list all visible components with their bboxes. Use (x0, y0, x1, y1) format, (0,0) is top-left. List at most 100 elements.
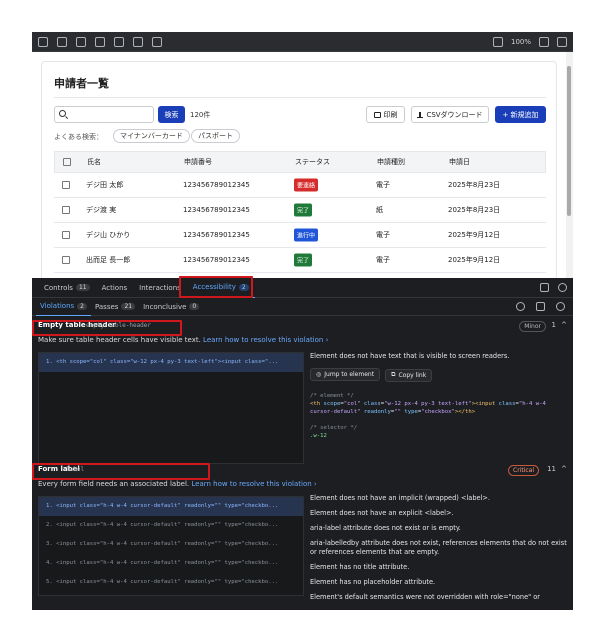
node-list: 1. <input class="h-4 w-4 cursor-default"… (38, 496, 304, 596)
cell-number: 123456789012345 (183, 256, 250, 264)
severity-badge: Critical (508, 465, 539, 476)
status-badge: 進行中 (294, 228, 319, 242)
cell-number: 123456789012345 (183, 231, 250, 239)
violation-description: Make sure table header cells have visibl… (38, 336, 328, 344)
failure-reason: Element does not have an implicit (wrapp… (310, 494, 491, 502)
subtab-inconclusive[interactable]: Inconclusive 0 (139, 298, 203, 316)
subtab-violations[interactable]: Violations 2 (36, 298, 91, 316)
cell-name: デジ山 ひかり (86, 231, 131, 239)
select-all-checkbox[interactable] (63, 158, 71, 166)
subtab-passes[interactable]: Passes 21 (91, 298, 139, 316)
cell-type: 電子 (376, 231, 390, 239)
viewport-icon[interactable] (95, 36, 105, 47)
search-button[interactable]: 検索 (158, 106, 185, 123)
status-badge: 要連絡 (294, 178, 319, 192)
learn-more-link[interactable]: Learn how to resolve this violation (203, 336, 323, 344)
chip-passport[interactable]: パスポート (191, 129, 240, 143)
severity-badge: Minor (519, 321, 546, 332)
node-item[interactable]: 4. <input class="h-4 w-4 cursor-default"… (39, 554, 303, 573)
tab-actions[interactable]: Actions (96, 278, 134, 298)
story-preview: 申請者一覧 検索 120件 印刷 CSVダウンロード + 新規追加 よくある検索… (32, 52, 573, 308)
highlight-accessibility-tab (179, 276, 253, 298)
jump-label: Jump to element (324, 371, 375, 378)
description-text: Every form field needs an associated lab… (38, 480, 190, 488)
measure-icon[interactable] (114, 36, 124, 47)
node-item[interactable]: 3. <input class="h-4 w-4 cursor-default"… (39, 535, 303, 554)
search-icon (59, 110, 66, 117)
cell-name: デジ田 太郎 (86, 181, 124, 189)
row-checkbox[interactable] (62, 206, 70, 214)
cell-date: 2025年9月12日 (448, 231, 501, 239)
fullscreen-icon[interactable] (539, 36, 549, 47)
failure-reason: Element has no placeholder attribute. (310, 578, 436, 586)
a11y-subtabs: Violations 2 Passes 21 Inconclusive 0 (32, 298, 573, 316)
applicant-table: 氏名 申請番号 ステータス 申請種別 申請日 デジ田 太郎 1234567890… (54, 151, 546, 273)
node-item[interactable]: 5. <input class="h-4 w-4 cursor-default"… (39, 573, 303, 592)
print-button[interactable]: 印刷 (366, 106, 405, 123)
col-date: 申請日 (449, 158, 470, 166)
zoom-out-icon[interactable] (492, 36, 503, 47)
row-checkbox[interactable] (62, 181, 70, 189)
chip-mynumber[interactable]: マイナンバーカード (113, 129, 190, 143)
grid-icon[interactable] (57, 36, 67, 47)
add-new-button[interactable]: + 新規追加 (495, 106, 546, 123)
divider (54, 97, 546, 98)
csv-download-button[interactable]: CSVダウンロード (411, 106, 489, 123)
panel-layout-icon[interactable] (540, 283, 549, 292)
storybook-toolbar: 100% (32, 32, 573, 52)
chevron-up-icon[interactable]: ^ (561, 465, 567, 473)
cell-name: デジ渡 実 (86, 206, 117, 214)
table-row[interactable]: デジ田 太郎 123456789012345 要連絡 電子 2025年8月23日 (54, 173, 546, 198)
reload-icon[interactable] (38, 36, 48, 47)
status-badge: 完了 (294, 203, 313, 217)
print-label: 印刷 (383, 110, 398, 119)
node-count: 1 (551, 321, 556, 329)
copy-label: Copy link (398, 371, 427, 379)
cell-date: 2025年8月23日 (448, 206, 501, 214)
jump-to-element-button[interactable]: ◎ Jump to element (310, 368, 381, 381)
open-new-icon[interactable] (557, 36, 567, 47)
copy-link-button[interactable]: ⧉ Copy link (385, 368, 433, 382)
frequent-search-label: よくある検索： (54, 133, 103, 141)
col-type: 申請種別 (377, 158, 405, 166)
subtab-count: 21 (121, 303, 136, 310)
tab-label: Actions (101, 283, 128, 292)
cell-type: 電子 (376, 181, 390, 189)
download-icon (417, 111, 424, 118)
failure-message: Element does not have text that is visib… (310, 352, 510, 360)
violation-description: Every form field needs an associated lab… (38, 480, 317, 488)
scrollbar-thumb[interactable] (567, 66, 571, 216)
element-code: /* element */ <th scope="col" class="w-1… (310, 392, 568, 440)
selector-snippet: .w-12 (310, 432, 327, 439)
rerun-icon[interactable] (556, 302, 565, 311)
learn-more-link[interactable]: Learn how to resolve this violation (191, 480, 311, 488)
table-row[interactable]: デジ渡 実 123456789012345 完了 紙 2025年8月23日 (54, 198, 546, 223)
tab-controls[interactable]: Controls 11 (38, 278, 96, 298)
table-row[interactable]: 出而足 長一郎 123456789012345 完了 電子 2025年9月12日 (54, 248, 546, 273)
zoom-level: 100% (510, 37, 531, 46)
row-checkbox[interactable] (62, 231, 70, 239)
cell-number: 123456789012345 (183, 206, 250, 214)
preview-scrollbar[interactable] (566, 52, 573, 308)
tab-count: 11 (75, 284, 90, 291)
node-item[interactable]: 2. <input class="h-4 w-4 cursor-default"… (39, 516, 303, 535)
failure-reason: aria-labelledby attribute does not exist… (310, 539, 567, 556)
chevron-up-icon[interactable]: ^ (561, 321, 567, 329)
cell-name: 出而足 長一郎 (86, 256, 131, 264)
highlight-violation-title (32, 320, 182, 336)
eye-icon[interactable] (516, 302, 525, 311)
table-row[interactable]: デジ山 ひかり 123456789012345 進行中 電子 2025年9月12… (54, 223, 546, 248)
failure-reason: Element's default semantics were not ove… (310, 593, 540, 601)
accessibility-icon[interactable] (152, 36, 162, 47)
close-panel-icon[interactable] (558, 283, 567, 292)
collapse-icon[interactable] (536, 302, 545, 311)
element-snippet: <th scope="col" class="w-12 px-4 py-3 te… (310, 400, 546, 415)
background-icon[interactable] (76, 36, 86, 47)
node-item[interactable]: 1. <th scope="col" class="w-12 px-4 py-3… (39, 353, 303, 372)
cell-type: 紙 (376, 206, 383, 214)
chevron-right-icon: › (313, 480, 317, 488)
outline-icon[interactable] (133, 36, 143, 47)
search-input[interactable] (54, 106, 154, 123)
row-checkbox[interactable] (62, 256, 70, 264)
node-item[interactable]: 1. <input class="h-4 w-4 cursor-default"… (39, 497, 303, 516)
